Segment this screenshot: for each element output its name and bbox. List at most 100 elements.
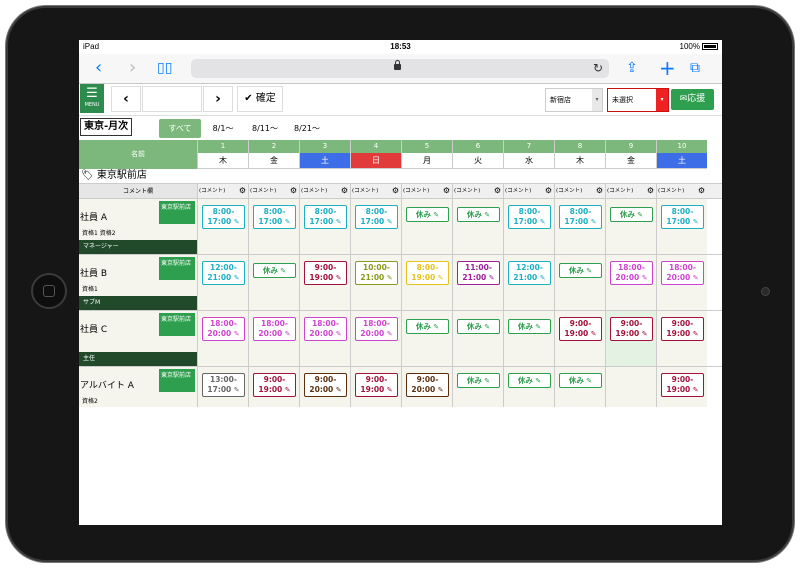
tab-8-1[interactable]: 8/1〜	[203, 119, 243, 138]
day-number[interactable]: 1	[198, 140, 248, 153]
pencil-icon[interactable]: ✎	[231, 330, 240, 338]
gear-icon[interactable]: ⚙	[494, 184, 501, 198]
day-number[interactable]: 6	[453, 140, 503, 153]
shift-cell[interactable]: 休み ✎	[452, 367, 503, 407]
shift-cell[interactable]: 9:00- 19:00 ✎	[656, 367, 707, 407]
shift-badge[interactable]: 8:00- 17:00 ✎	[202, 205, 245, 229]
shift-cell[interactable]: 9:00- 19:00 ✎	[656, 311, 707, 366]
shift-cell[interactable]: 18:00- 20:00 ✎	[248, 311, 299, 366]
gear-icon[interactable]: ⚙	[341, 184, 348, 198]
employee-name[interactable]: 社員 B	[80, 266, 107, 279]
pencil-icon[interactable]: ✎	[482, 377, 490, 385]
shift-cell[interactable]: 9:00- 19:00 ✎	[299, 255, 350, 310]
shift-badge[interactable]: 8:00- 17:00 ✎	[661, 205, 704, 229]
shift-badge[interactable]: 8:00- 17:00 ✎	[304, 205, 347, 229]
pencil-icon[interactable]: ✎	[231, 386, 240, 394]
day-number[interactable]: 5	[402, 140, 452, 153]
back-icon[interactable]: ‹	[95, 57, 102, 79]
shift-cell[interactable]: 10:00- 21:00 ✎	[350, 255, 401, 310]
comment-cell[interactable]: (コメント) ⚙	[299, 184, 350, 198]
shift-badge[interactable]: 9:00- 19:00 ✎	[661, 373, 704, 397]
comment-cell[interactable]: (コメント) ⚙	[503, 184, 554, 198]
day-off-badge[interactable]: 休み ✎	[610, 207, 653, 222]
shift-cell[interactable]: 18:00- 20:00 ✎	[299, 311, 350, 366]
shift-badge[interactable]: 18:00- 20:00 ✎	[355, 317, 398, 341]
new-tab-icon[interactable]: +	[659, 57, 676, 79]
day-off-badge[interactable]: 休み ✎	[457, 319, 500, 334]
shift-badge[interactable]: 9:00- 19:00 ✎	[355, 373, 398, 397]
gear-icon[interactable]: ⚙	[443, 184, 450, 198]
gear-icon[interactable]: ⚙	[290, 184, 297, 198]
day-off-badge[interactable]: 休み ✎	[559, 263, 602, 278]
day-off-badge[interactable]: 休み ✎	[253, 263, 296, 278]
pencil-icon[interactable]: ✎	[584, 377, 592, 385]
pencil-icon[interactable]: ✎	[231, 274, 240, 282]
shift-cell[interactable]: 18:00- 20:00 ✎	[605, 255, 656, 310]
pencil-icon[interactable]: ✎	[533, 323, 541, 331]
shift-cell[interactable]: 8:00- 17:00 ✎	[197, 199, 248, 254]
shift-cell[interactable]: 8:00- 17:00 ✎	[350, 199, 401, 254]
shift-badge[interactable]: 18:00- 20:00 ✎	[661, 261, 704, 285]
day-number[interactable]: 9	[606, 140, 656, 153]
pencil-icon[interactable]: ✎	[690, 274, 699, 282]
day-off-badge[interactable]: 休み ✎	[406, 207, 449, 222]
shift-badge[interactable]: 8:00- 17:00 ✎	[253, 205, 296, 229]
pencil-icon[interactable]: ✎	[635, 211, 643, 219]
shift-cell[interactable]: 8:00- 17:00 ✎	[554, 199, 605, 254]
pencil-icon[interactable]: ✎	[431, 323, 439, 331]
pencil-icon[interactable]: ✎	[690, 386, 699, 394]
comment-cell[interactable]: (コメント) ⚙	[197, 184, 248, 198]
comment-cell[interactable]: (コメント) ⚙	[401, 184, 452, 198]
pencil-icon[interactable]: ✎	[533, 377, 541, 385]
comment-cell[interactable]: (コメント) ⚙	[248, 184, 299, 198]
home-button[interactable]	[31, 273, 67, 309]
url-bar[interactable]: ↻	[191, 59, 609, 78]
employee-name[interactable]: 社員 A	[80, 210, 107, 223]
pencil-icon[interactable]: ✎	[537, 274, 546, 282]
comment-cell[interactable]: (コメント) ⚙	[554, 184, 605, 198]
shift-badge[interactable]: 9:00- 20:00 ✎	[304, 373, 347, 397]
pencil-icon[interactable]: ✎	[384, 274, 393, 282]
shift-cell[interactable]: 9:00- 19:00 ✎	[605, 311, 656, 366]
next-month-button[interactable]: ›	[203, 86, 233, 112]
pencil-icon[interactable]: ✎	[333, 330, 342, 338]
store-select[interactable]: 新宿店 ▾	[545, 88, 603, 112]
pencil-icon[interactable]: ✎	[588, 218, 597, 226]
gear-icon[interactable]: ⚙	[545, 184, 552, 198]
shift-badge[interactable]: 9:00- 19:00 ✎	[253, 373, 296, 397]
pencil-icon[interactable]: ✎	[584, 267, 592, 275]
pencil-icon[interactable]: ✎	[231, 218, 240, 226]
day-number[interactable]: 10	[657, 140, 707, 153]
pencil-icon[interactable]: ✎	[333, 386, 342, 394]
pencil-icon[interactable]: ✎	[384, 386, 393, 394]
menu-button[interactable]: ☰ MENU	[80, 84, 104, 113]
pencil-icon[interactable]: ✎	[282, 330, 291, 338]
shift-badge[interactable]: 9:00- 19:00 ✎	[610, 317, 653, 341]
pencil-icon[interactable]: ✎	[333, 274, 342, 282]
pencil-icon[interactable]: ✎	[333, 218, 342, 226]
share-icon[interactable]: ⇪	[626, 57, 638, 79]
comment-cell[interactable]: (コメント) ⚙	[605, 184, 656, 198]
shift-cell[interactable]: 9:00- 19:00 ✎	[554, 311, 605, 366]
shift-cell[interactable]: 休み ✎	[452, 199, 503, 254]
gear-icon[interactable]: ⚙	[698, 184, 705, 198]
shift-cell[interactable]: 休み ✎	[554, 367, 605, 407]
shift-cell[interactable]: 9:00- 19:00 ✎	[248, 367, 299, 407]
employee-name[interactable]: アルバイト A	[80, 378, 134, 391]
shift-badge[interactable]: 8:00- 19:00 ✎	[406, 261, 449, 285]
prev-month-button[interactable]: ‹	[111, 86, 141, 112]
support-button[interactable]: ✉応援	[671, 89, 714, 110]
gear-icon[interactable]: ⚙	[647, 184, 654, 198]
pencil-icon[interactable]: ✎	[639, 274, 648, 282]
shift-badge[interactable]: 8:00- 17:00 ✎	[355, 205, 398, 229]
shift-cell[interactable]: 8:00- 17:00 ✎	[656, 199, 707, 254]
pencil-icon[interactable]: ✎	[384, 218, 393, 226]
day-number[interactable]: 3	[300, 140, 350, 153]
pencil-icon[interactable]: ✎	[482, 323, 490, 331]
pencil-icon[interactable]: ✎	[435, 274, 444, 282]
pencil-icon[interactable]: ✎	[282, 386, 291, 394]
shift-cell[interactable]: 休み ✎	[503, 311, 554, 366]
shift-cell[interactable]: 11:00- 21:00 ✎	[452, 255, 503, 310]
shift-badge[interactable]: 18:00- 20:00 ✎	[202, 317, 245, 341]
shift-badge[interactable]: 9:00- 19:00 ✎	[559, 317, 602, 341]
